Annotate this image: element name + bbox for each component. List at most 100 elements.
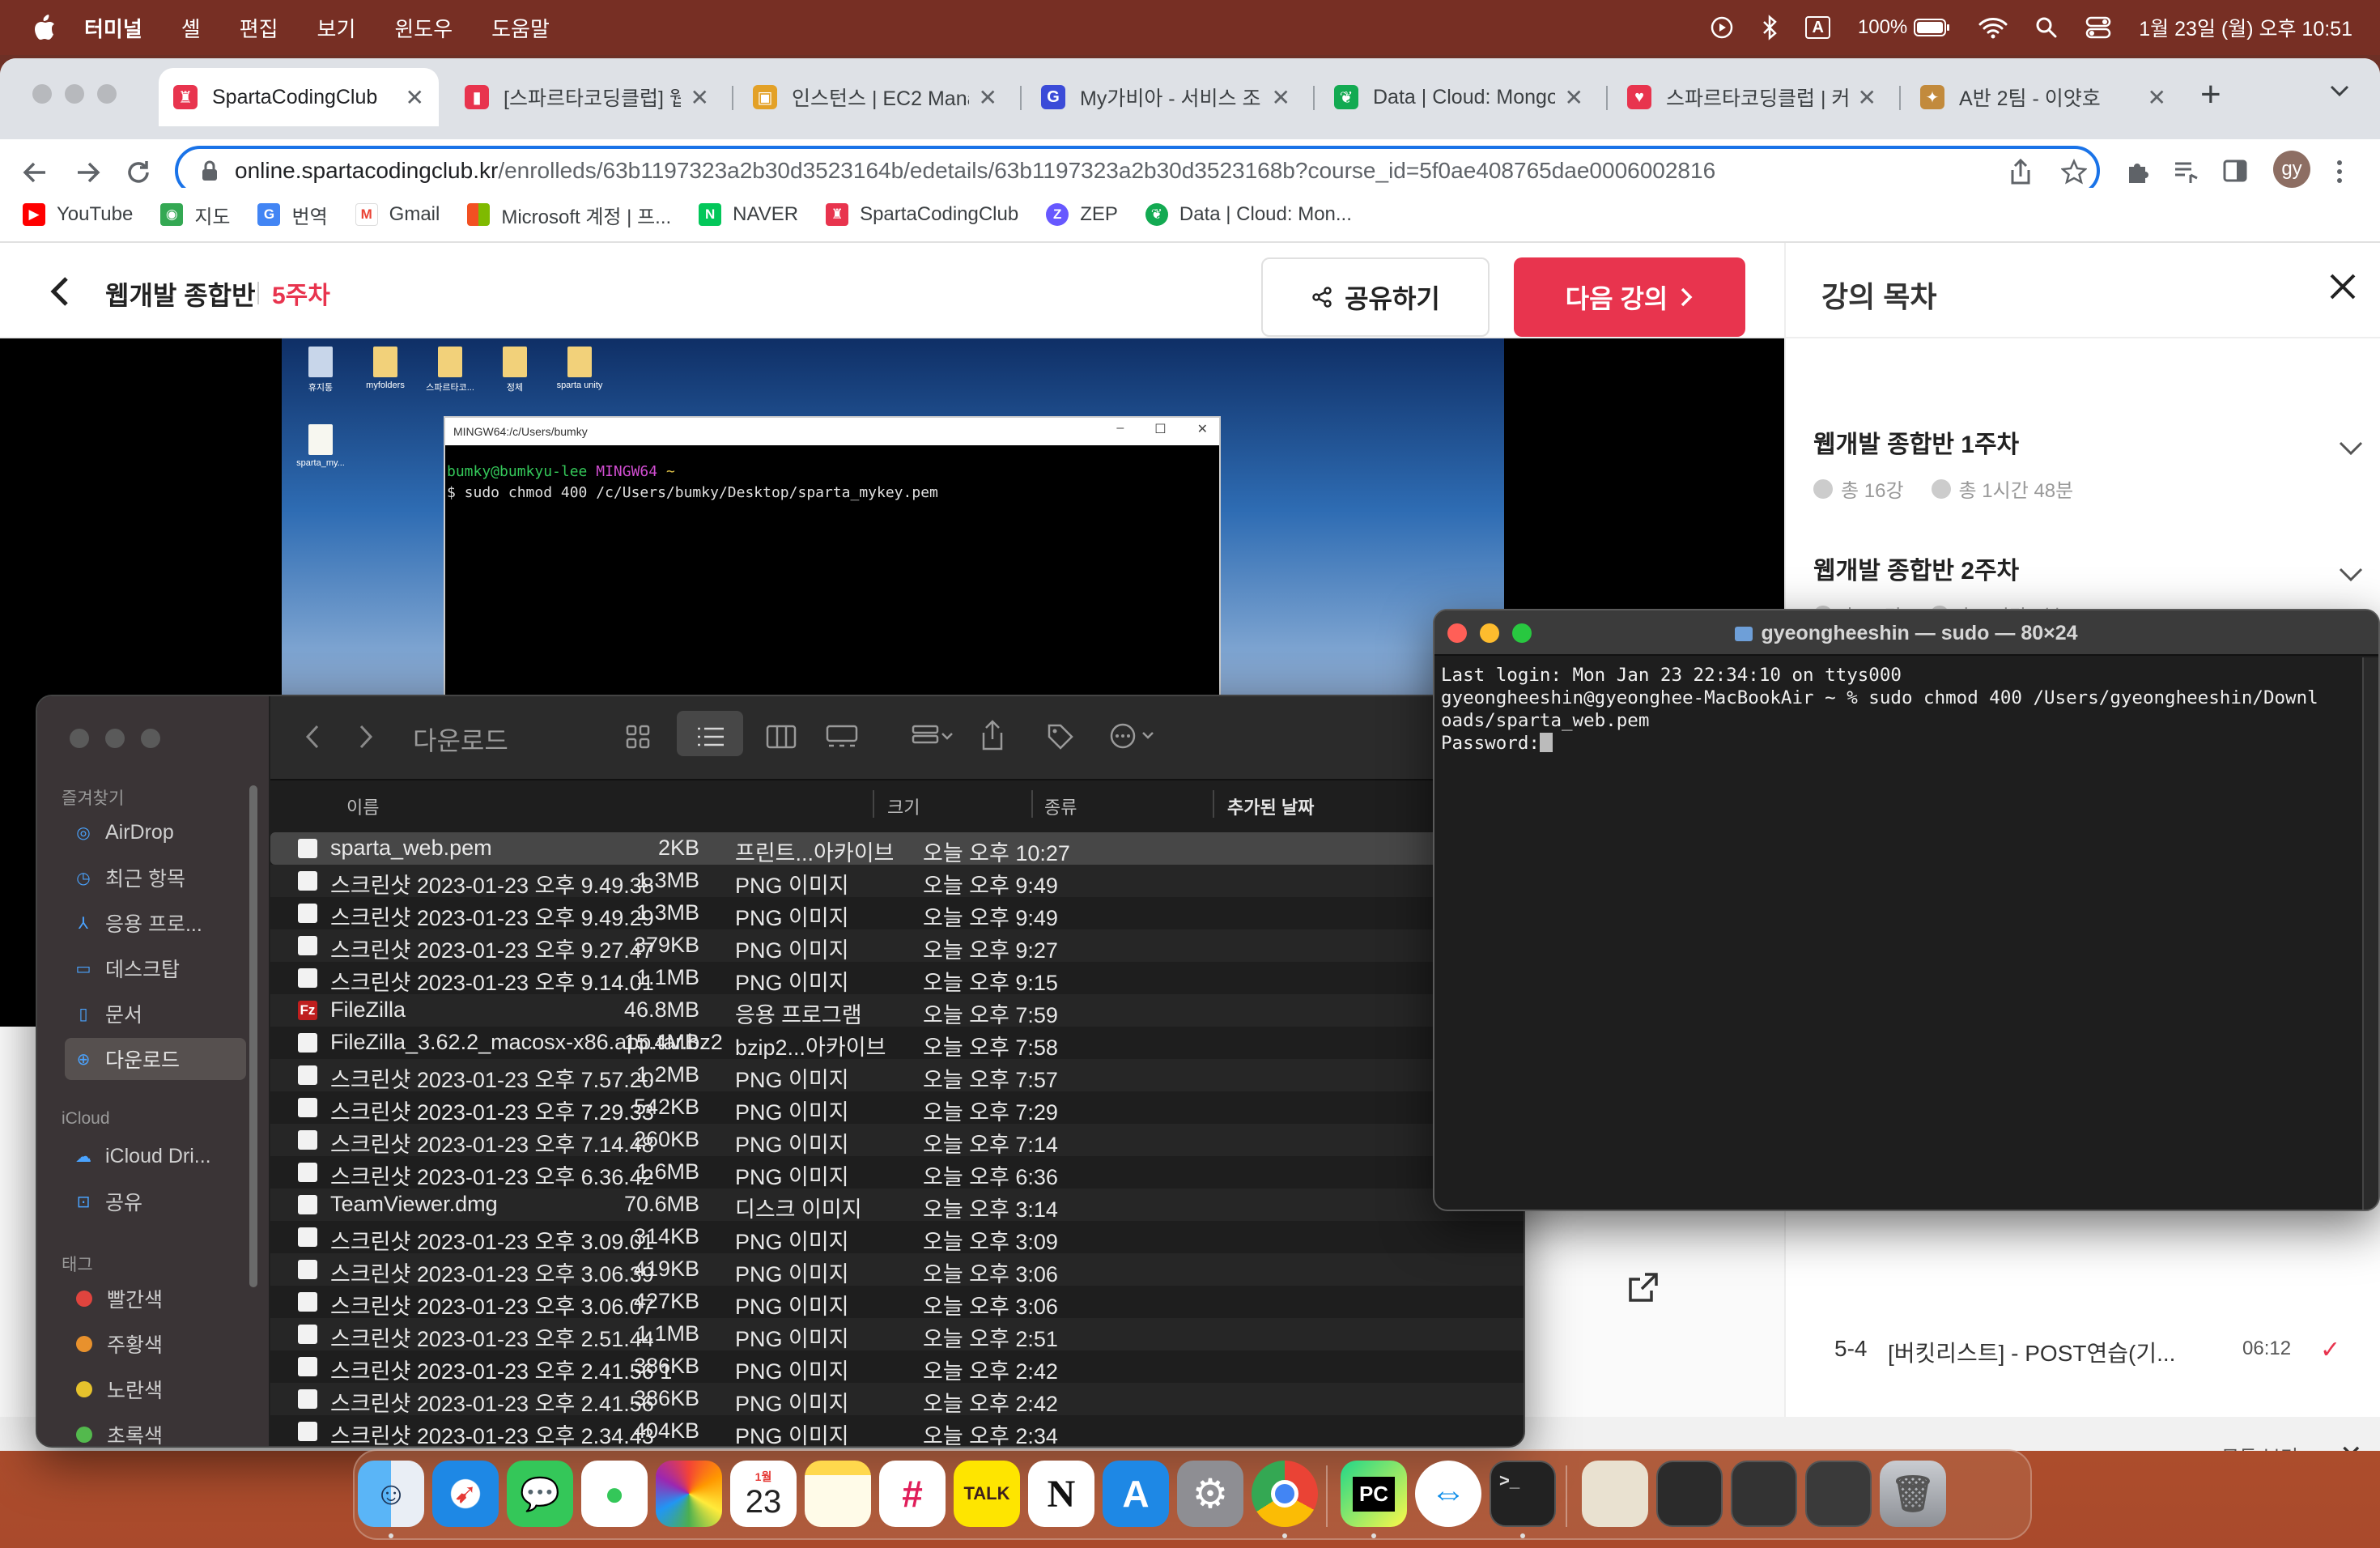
chevron-down-icon[interactable] bbox=[2338, 567, 2364, 583]
terminal-scrollbar[interactable] bbox=[2362, 657, 2378, 1210]
group-by-icon[interactable] bbox=[912, 724, 954, 750]
bluetooth-icon[interactable] bbox=[1762, 15, 1778, 40]
file-row[interactable]: 스크린샷 2023-01-23 오후 9.14.01 1.1MB PNG 이미지 오늘… bbox=[270, 962, 1524, 995]
file-row[interactable]: 스크린샷 2023-01-23 오후 3.06.07 427KB PNG 이미지 오늘… bbox=[270, 1286, 1524, 1319]
file-row[interactable]: FileZilla_3.62.2_macosx-x86.app.tar.bz2 1… bbox=[270, 1027, 1524, 1060]
spotlight-search-icon[interactable] bbox=[2035, 16, 2058, 39]
profile-avatar[interactable]: gy bbox=[2273, 151, 2310, 188]
menu-window[interactable]: 윈도우 bbox=[394, 13, 453, 43]
share-button[interactable]: 공유하기 bbox=[1261, 257, 1490, 337]
photos-icon[interactable] bbox=[656, 1461, 722, 1527]
chrome-menu-icon[interactable] bbox=[2335, 159, 2344, 185]
more-actions-icon[interactable] bbox=[1109, 722, 1156, 750]
recent-window-2-icon[interactable] bbox=[1731, 1461, 1797, 1527]
column-header-kind[interactable]: 종류 bbox=[1044, 793, 1077, 819]
file-row[interactable]: 스크린샷 2023-01-23 오후 3.06.39 419KB PNG 이미지 오늘… bbox=[270, 1253, 1524, 1286]
wifi-icon[interactable] bbox=[1978, 16, 2008, 39]
notes-icon[interactable] bbox=[805, 1461, 871, 1527]
column-header-name[interactable]: 이름 bbox=[346, 793, 379, 819]
file-row[interactable]: 스크린샷 2023-01-23 오후 9.49.29 1.3MB PNG 이미지 오늘… bbox=[270, 897, 1524, 930]
bookmark-sparta[interactable]: ♜ SpartaCodingClub bbox=[826, 203, 1018, 226]
finder-icon[interactable]: ☺ bbox=[358, 1461, 424, 1527]
tab-close-icon[interactable]: ✕ bbox=[979, 84, 997, 111]
file-row[interactable]: 스크린샷 2023-01-23 오후 2.41.56 386KB PNG 이미지 오늘… bbox=[270, 1383, 1524, 1416]
tab-team-a2[interactable]: ✦ A반 2팀 - 이얏호 ✕ bbox=[1906, 68, 2181, 126]
tag-icon[interactable] bbox=[1046, 722, 1075, 751]
sidebar-tag-green[interactable]: 초록색 bbox=[65, 1414, 246, 1446]
tab-close-icon[interactable]: ✕ bbox=[406, 84, 424, 111]
bookmark-microsoft[interactable]: Microsoft 계정 | 프... bbox=[467, 201, 671, 229]
file-row[interactable]: 스크린샷 2023-01-23 오후 6.36.42 1.6MB PNG 이미지 오늘… bbox=[270, 1156, 1524, 1189]
pycharm-icon[interactable]: PC bbox=[1341, 1461, 1407, 1527]
input-source-indicator[interactable]: A bbox=[1805, 16, 1830, 39]
menu-help[interactable]: 도움말 bbox=[491, 13, 550, 43]
column-divider[interactable] bbox=[873, 790, 874, 818]
zoom-window-button[interactable] bbox=[97, 84, 117, 104]
settings-icon[interactable]: ⚙ bbox=[1177, 1461, 1243, 1527]
sidebar-item-shared[interactable]: ⊡ 공유 bbox=[65, 1180, 246, 1223]
tab-search-chevron-icon[interactable] bbox=[2328, 83, 2351, 99]
chevron-down-icon[interactable] bbox=[2338, 440, 2364, 457]
sidebar-tag-red[interactable]: 빨간색 bbox=[65, 1278, 246, 1320]
reload-icon[interactable] bbox=[125, 159, 152, 186]
lesson-item[interactable]: 5-4 [버킷리스트] - POST연습(기... 06:12 ✓ bbox=[1834, 1336, 2340, 1368]
sidebar-item-recents[interactable]: ◷ 최근 항목 bbox=[65, 857, 246, 899]
file-row[interactable]: 스크린샷 2023-01-23 오후 7.57.20 1.2MB PNG 이미지 오늘… bbox=[270, 1059, 1524, 1092]
file-row[interactable]: 스크린샷 2023-01-23 오후 2.51.44 1.1MB PNG 이미지 오늘… bbox=[270, 1318, 1524, 1351]
back-chevron-icon[interactable] bbox=[304, 724, 321, 750]
kakaotalk-icon[interactable]: TALK bbox=[954, 1461, 1020, 1527]
bookmark-mongodb[interactable]: ❦ Data | Cloud: Mon... bbox=[1145, 203, 1352, 226]
recent-window-1-icon[interactable] bbox=[1656, 1461, 1723, 1527]
zoom-window-button[interactable] bbox=[141, 729, 160, 748]
file-row[interactable]: 스크린샷 2023-01-23 오후 2.34.43 404KB PNG 이미지 오늘… bbox=[270, 1415, 1524, 1446]
gallery-view-icon[interactable] bbox=[826, 724, 858, 750]
forward-chevron-icon[interactable] bbox=[358, 724, 374, 750]
file-row[interactable]: 스크린샷 2023-01-23 오후 9.27.47 379KB PNG 이미지 오늘… bbox=[270, 929, 1524, 963]
close-icon[interactable] bbox=[2328, 272, 2357, 301]
tab-sparta-lecture[interactable]: ▮ [스파르타코딩클럽] 웹개 ✕ bbox=[450, 68, 724, 126]
file-row[interactable]: sparta_web.pem 2KB 프린트...아카이브 오늘 오후 10:27 bbox=[270, 832, 1524, 865]
extensions-puzzle-icon[interactable] bbox=[2124, 159, 2150, 185]
tab-ec2-instances[interactable]: ▣ 인스턴스 | EC2 Manag ✕ bbox=[738, 68, 1012, 126]
close-window-button[interactable] bbox=[70, 729, 89, 748]
new-tab-plus-icon[interactable]: + bbox=[2200, 74, 2221, 115]
tab-close-icon[interactable]: ✕ bbox=[691, 84, 709, 111]
menu-app-name[interactable]: 터미널 bbox=[84, 13, 142, 43]
tab-close-icon[interactable]: ✕ bbox=[1272, 84, 1290, 111]
close-window-button[interactable] bbox=[32, 84, 52, 104]
menu-edit[interactable]: 편집 bbox=[240, 13, 278, 43]
bookmark-zep[interactable]: Z ZEP bbox=[1046, 203, 1118, 226]
tab-gabia[interactable]: G My가비아 - 서비스 조회 ✕ bbox=[1026, 68, 1305, 126]
sidebar-item-applications[interactable]: ⅄ 응용 프로... bbox=[65, 902, 246, 944]
side-panel-icon[interactable] bbox=[2223, 159, 2247, 183]
external-link-icon[interactable] bbox=[1627, 1271, 1660, 1303]
view-all-link[interactable]: 모두 보기 bbox=[2221, 1441, 2298, 1451]
calendar-icon[interactable]: 1월 23 bbox=[730, 1461, 797, 1527]
column-view-icon[interactable] bbox=[766, 724, 797, 750]
apple-icon[interactable] bbox=[32, 14, 57, 41]
close-icon[interactable]: ✕ bbox=[2340, 1440, 2363, 1451]
minimize-window-button[interactable] bbox=[65, 84, 84, 104]
icon-view-icon[interactable] bbox=[625, 724, 651, 750]
column-header-date-added[interactable]: 추가된 날짜 bbox=[1227, 793, 1314, 819]
back-chevron-icon[interactable] bbox=[49, 275, 71, 308]
back-arrow-icon[interactable] bbox=[21, 159, 49, 186]
file-row[interactable]: 스크린샷 2023-01-23 오후 3.09.01 314KB PNG 이미지 오늘… bbox=[270, 1221, 1524, 1254]
trash-icon[interactable]: 🗑 bbox=[1880, 1461, 1946, 1527]
media-queue-icon[interactable] bbox=[2173, 159, 2199, 185]
downloads-stack-icon[interactable] bbox=[1582, 1461, 1648, 1527]
notion-icon[interactable]: N bbox=[1028, 1461, 1094, 1527]
sidebar-scrollbar[interactable] bbox=[249, 785, 257, 1287]
tab-close-icon[interactable]: ✕ bbox=[1858, 84, 1876, 111]
forward-arrow-icon[interactable] bbox=[74, 159, 102, 186]
menu-view[interactable]: 보기 bbox=[317, 13, 356, 43]
sidebar-tag-yellow[interactable]: 노란색 bbox=[65, 1368, 246, 1410]
terminal-icon[interactable]: >_ bbox=[1490, 1461, 1556, 1527]
recent-window-3-icon[interactable] bbox=[1805, 1461, 1872, 1527]
tab-close-icon[interactable]: ✕ bbox=[1565, 84, 1583, 111]
file-row[interactable]: 스크린샷 2023-01-23 오후 7.29.33 542KB PNG 이미지 오늘… bbox=[270, 1091, 1524, 1125]
sidebar-item-desktop[interactable]: ▭ 데스크탑 bbox=[65, 947, 246, 989]
screen-record-icon[interactable] bbox=[1710, 15, 1734, 40]
teamviewer-icon[interactable]: ⇔ bbox=[1415, 1461, 1481, 1527]
share-icon[interactable] bbox=[980, 719, 1005, 751]
